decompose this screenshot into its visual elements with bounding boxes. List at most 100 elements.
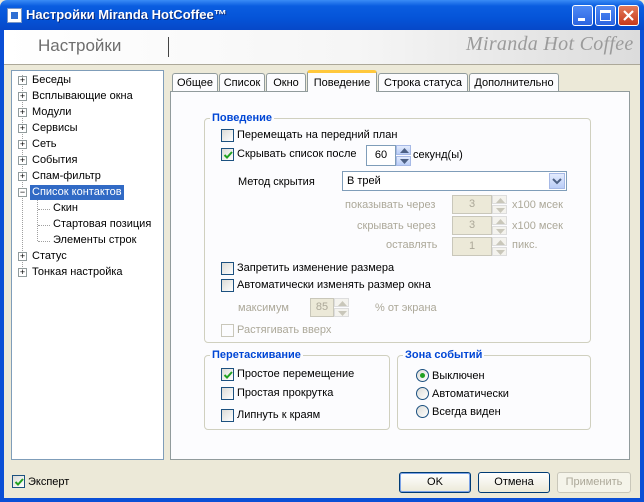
tab-behavior[interactable]: Поведение: [307, 70, 377, 92]
hide-after-input[interactable]: 3: [452, 216, 492, 235]
simple-move-label[interactable]: Простое перемещение: [237, 368, 354, 381]
simple-move-checkbox[interactable]: [221, 368, 234, 381]
spin-down-icon: [338, 311, 347, 316]
dropdown-button[interactable]: [549, 173, 565, 189]
tree-item-label: Модули: [32, 106, 72, 118]
expert-checkbox[interactable]: [12, 475, 25, 488]
max-label: максимум: [238, 302, 289, 314]
bring-front-checkbox[interactable]: [221, 129, 234, 142]
tree-item-label: Элементы строк: [53, 234, 137, 246]
tree-item-label: Сеть: [32, 138, 57, 150]
auto-resize-checkbox[interactable]: [221, 279, 234, 292]
tree-item-label: Скин: [53, 202, 78, 214]
simple-scroll-checkbox[interactable]: [221, 387, 234, 400]
maximize-icon: [600, 10, 611, 21]
window-frame-bottom: [0, 498, 644, 502]
spin-down-icon: [496, 250, 505, 255]
no-resize-checkbox[interactable]: [221, 262, 234, 275]
expand-icon[interactable]: +: [18, 252, 27, 261]
show-after-input[interactable]: 3: [452, 195, 492, 214]
tab-status-bar[interactable]: Строка статуса: [378, 73, 468, 91]
hide-list-label[interactable]: Скрывать список после: [237, 148, 357, 161]
leave-input[interactable]: 1: [452, 237, 492, 256]
hide-list-seconds-input[interactable]: 60: [366, 145, 396, 166]
expand-icon[interactable]: +: [18, 156, 27, 165]
hide-after-spinner[interactable]: [492, 216, 507, 235]
brand-logo-text: Miranda Hot Coffee: [466, 33, 634, 55]
ok-button[interactable]: OK: [399, 472, 471, 493]
window-frame-left: [0, 30, 4, 502]
hide-list-checkbox[interactable]: [221, 148, 234, 161]
hide-method-value: В трей: [347, 175, 381, 187]
options-tree[interactable]: + Беседы + Всплывающие окна + Модули + Серви…: [11, 70, 164, 460]
close-button[interactable]: [618, 5, 639, 26]
hide-method-label: Метод скрытия: [238, 176, 315, 188]
spin-up-icon: [496, 240, 505, 245]
radio-dot: [420, 373, 425, 378]
events-area-always-radio[interactable]: [416, 405, 429, 418]
expand-icon[interactable]: +: [18, 124, 27, 133]
stretch-up-checkbox[interactable]: [221, 324, 234, 337]
tree-line: [38, 225, 50, 227]
tree-line: [37, 199, 39, 241]
auto-resize-label[interactable]: Автоматически изменять размер окна: [237, 279, 431, 292]
close-icon: [623, 10, 634, 21]
window-frame-right: [640, 30, 644, 502]
hide-after-unit: x100 мсек: [512, 220, 563, 232]
hide-list-seconds-spinner[interactable]: [396, 145, 411, 166]
tree-item-label: Стартовая позиция: [53, 218, 152, 230]
checkmark-icon: [223, 151, 233, 159]
maximize-button[interactable]: [595, 5, 616, 26]
expand-icon[interactable]: +: [18, 92, 27, 101]
behavior-group-label: Поведение: [210, 112, 274, 125]
hide-method-dropdown[interactable]: В трей: [342, 171, 567, 191]
events-area-off-radio[interactable]: [416, 369, 429, 382]
spin-up-icon: [496, 198, 505, 203]
expand-icon[interactable]: +: [18, 268, 27, 277]
show-after-spinner[interactable]: [492, 195, 507, 214]
expert-label[interactable]: Эксперт: [28, 476, 69, 489]
tree-item-label: Беседы: [32, 74, 72, 86]
tab-advanced[interactable]: Дополнительно: [469, 73, 559, 91]
simple-scroll-label[interactable]: Простая прокрутка: [237, 387, 333, 400]
tree-line: [38, 209, 50, 211]
tree-item-label: Сервисы: [32, 122, 78, 134]
snap-edges-label[interactable]: Липнуть к краям: [237, 409, 320, 422]
events-area-off-label[interactable]: Выключен: [432, 370, 485, 383]
tree-item-label: Спам-фильтр: [32, 170, 101, 182]
max-spinner[interactable]: [334, 298, 349, 317]
leave-label: оставлять: [386, 239, 438, 251]
expand-icon[interactable]: +: [18, 76, 27, 85]
max-input[interactable]: 85: [310, 298, 334, 317]
collapse-icon[interactable]: −: [18, 188, 27, 197]
no-resize-label[interactable]: Запретить изменение размера: [237, 262, 394, 275]
expand-icon[interactable]: +: [18, 172, 27, 181]
dragging-group-label: Перетаскивание: [210, 349, 303, 362]
tab-list[interactable]: Список: [219, 73, 265, 91]
bring-front-label[interactable]: Перемещать на передний план: [237, 129, 397, 142]
expand-icon[interactable]: +: [18, 140, 27, 149]
spin-down-icon: [400, 159, 409, 164]
leave-spinner[interactable]: [492, 237, 507, 256]
tab-general[interactable]: Общее: [172, 73, 218, 91]
events-area-auto-radio[interactable]: [416, 387, 429, 400]
spin-up-icon: [400, 148, 409, 153]
cancel-button[interactable]: Отмена: [478, 472, 550, 493]
hide-list-unit: секунд(ы): [413, 149, 463, 161]
show-after-unit: x100 мсек: [512, 199, 563, 211]
expand-icon[interactable]: +: [18, 108, 27, 117]
snap-edges-checkbox[interactable]: [221, 409, 234, 422]
events-area-group-label: Зона событий: [403, 349, 485, 362]
show-after-label: показывать через: [345, 199, 436, 211]
hide-after-label: скрывать через: [357, 220, 436, 232]
checkmark-icon: [14, 478, 24, 486]
events-area-always-label[interactable]: Всегда виден: [432, 406, 501, 419]
minimize-button[interactable]: [572, 5, 593, 26]
apply-button[interactable]: Применить: [557, 472, 631, 493]
tab-window[interactable]: Окно: [266, 73, 306, 91]
events-area-auto-label[interactable]: Автоматически: [432, 388, 509, 401]
tree-item-label: События: [32, 154, 78, 166]
stretch-up-label[interactable]: Растягивать вверх: [237, 324, 331, 337]
spin-down-icon: [496, 208, 505, 213]
chevron-down-icon: [552, 178, 562, 185]
